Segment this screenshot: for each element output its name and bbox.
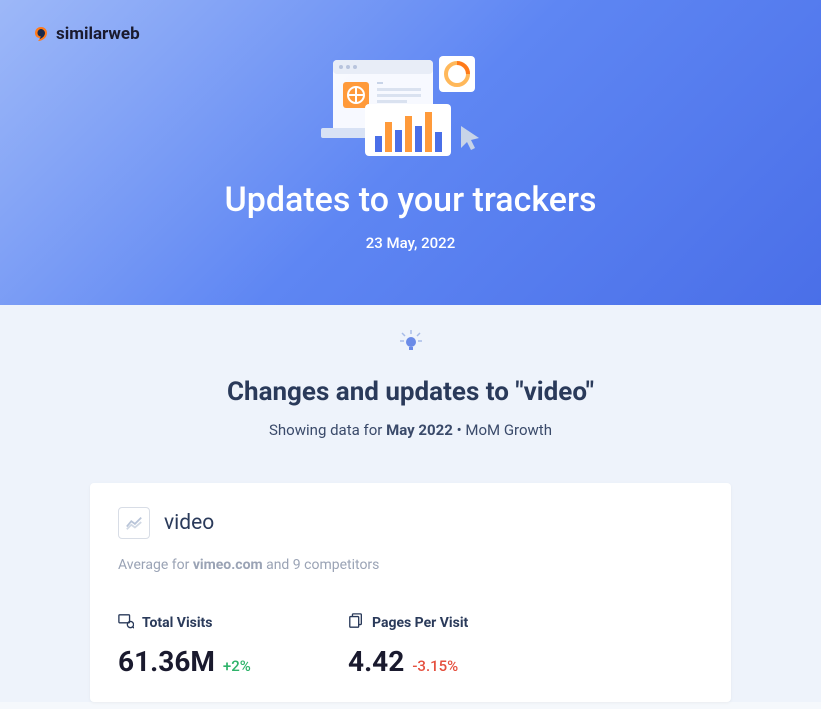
section-subtitle: Showing data for May 2022 • MoM Growth — [0, 421, 821, 439]
metrics-row: Total Visits 61.36M +2% Pages Per Visit — [118, 613, 703, 678]
hero-banner: similarweb — [0, 0, 821, 305]
hero-title: Updates to your trackers — [32, 180, 789, 220]
metric-label: Pages Per Visit — [348, 613, 518, 633]
lightbulb-icon — [399, 329, 423, 353]
metric-pages-per-visit: Pages Per Visit 4.42 -3.15% — [348, 613, 518, 678]
hero-date: 23 May, 2022 — [32, 234, 789, 252]
card-title: video — [164, 511, 214, 535]
chart-icon — [118, 507, 150, 539]
brand-logo: similarweb — [32, 24, 140, 44]
card-subtitle: Average for vimeo.com and 9 competitors — [118, 557, 703, 573]
pages-icon — [348, 613, 364, 633]
tracker-card: video Average for vimeo.com and 9 compet… — [90, 483, 731, 702]
metric-change: -3.15% — [412, 657, 458, 675]
similarweb-icon — [32, 25, 50, 43]
metric-total-visits: Total Visits 61.36M +2% — [118, 613, 288, 678]
content-area: Changes and updates to "video" Showing d… — [0, 305, 821, 702]
section-title: Changes and updates to "video" — [0, 377, 821, 407]
metric-value: 4.42 — [348, 645, 404, 678]
metric-label: Total Visits — [118, 613, 288, 633]
visits-icon — [118, 613, 134, 633]
metric-value: 61.36M — [118, 645, 215, 678]
hero-illustration — [321, 52, 501, 162]
brand-name: similarweb — [56, 24, 140, 44]
card-header: video — [118, 507, 703, 539]
metric-change: +2% — [223, 657, 251, 675]
